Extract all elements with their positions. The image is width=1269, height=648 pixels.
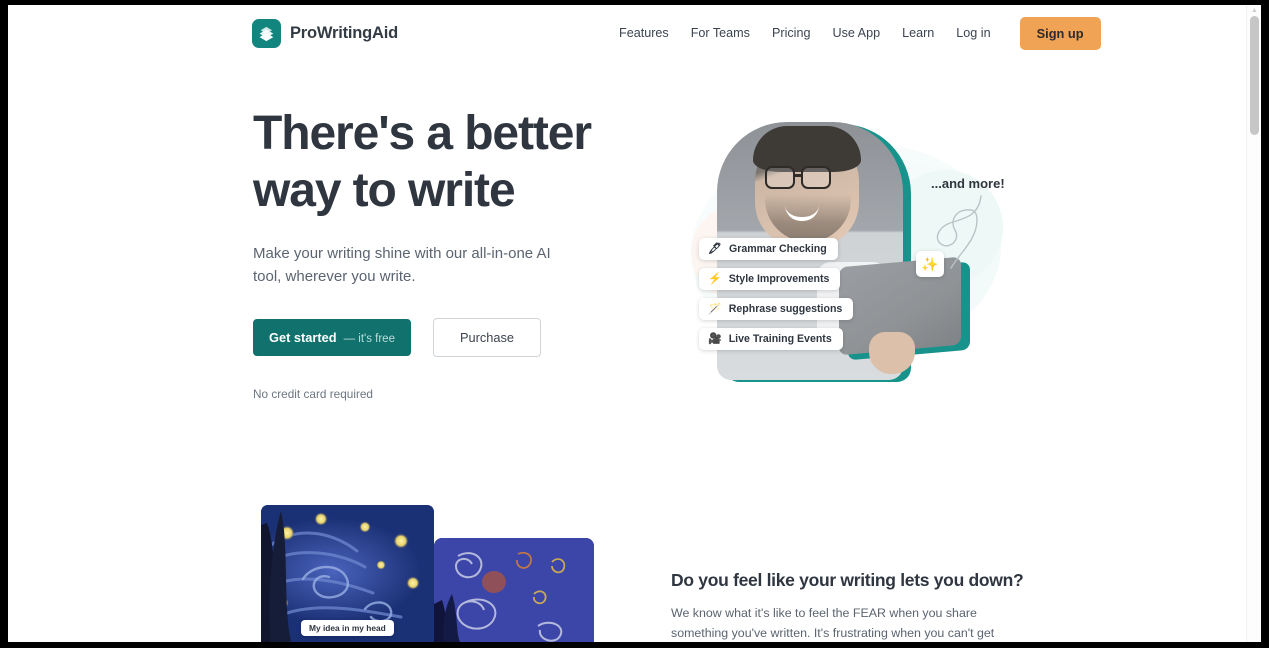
- scrollbar-thumb[interactable]: [1250, 16, 1259, 135]
- painting-caption: My idea in my head: [301, 620, 394, 636]
- get-started-label: Get started: [269, 330, 337, 345]
- sparkle-badge: ✨: [916, 251, 944, 277]
- page-viewport: ProWritingAid Features For Teams Pricing…: [8, 5, 1261, 642]
- feature-pill-label: Rephrase suggestions: [728, 303, 843, 315]
- nav-link-pricing[interactable]: Pricing: [761, 26, 822, 40]
- section-heading: Do you feel like your writing lets you d…: [671, 570, 1024, 590]
- nav-link-for-teams[interactable]: For Teams: [680, 26, 761, 40]
- nav-link-features[interactable]: Features: [608, 26, 680, 40]
- sketch-art: [434, 538, 594, 642]
- brand-name: ProWritingAid: [290, 24, 399, 42]
- section-body: We know what it's like to feel the FEAR …: [671, 606, 995, 640]
- and-more-callout: ...and more!: [931, 176, 1005, 191]
- purchase-button[interactable]: Purchase: [432, 318, 542, 357]
- nav-link-learn[interactable]: Learn: [891, 26, 945, 40]
- hero-title-line-1: There's a better: [253, 107, 592, 160]
- feature-pill-live-training-events: 🎥 Live Training Events: [699, 328, 843, 350]
- feature-pill-style-improvements: ⚡ Style Improvements: [699, 268, 841, 290]
- feature-pill-label: Style Improvements: [728, 273, 830, 285]
- brand-logo[interactable]: ProWritingAid: [252, 19, 398, 48]
- quill-pen-icon: 🖋: [708, 242, 722, 255]
- browser-window: ProWritingAid Features For Teams Pricing…: [0, 0, 1269, 648]
- no-credit-card-note: No credit card required: [253, 387, 373, 401]
- hero-content: There's a better way to write Make your …: [253, 105, 653, 401]
- hero-title-line-2: way to write: [253, 164, 516, 217]
- nav-link-log-in[interactable]: Log in: [945, 26, 1001, 40]
- eyeglasses-bridge: [795, 174, 803, 177]
- eyeglasses-left-lens: [765, 166, 795, 189]
- main-nav: Features For Teams Pricing Use App Learn…: [608, 5, 1101, 61]
- hero-subtitle: Make your writing shine with our all-in-…: [253, 245, 551, 285]
- feature-pill-grammar-checking: 🖋 Grammar Checking: [699, 238, 838, 260]
- feature-pill-rephrase-suggestions: 🪄 Rephrase suggestions: [699, 298, 854, 320]
- value-prop-section: Do you feel like your writing lets you d…: [671, 570, 1024, 642]
- get-started-button[interactable]: Get started — it's free: [253, 319, 411, 356]
- book-pages-icon: [252, 19, 281, 48]
- magic-wand-icon: 🪄: [708, 302, 722, 315]
- webpage: ProWritingAid Features For Teams Pricing…: [8, 5, 1246, 642]
- page-title: There's a better way to write: [253, 105, 653, 219]
- feature-pill-label: Live Training Events: [728, 333, 832, 345]
- lightning-bolt-icon: ⚡: [708, 272, 722, 285]
- page-scrollbar[interactable]: ▲: [1246, 5, 1261, 642]
- person-hand: [869, 332, 915, 374]
- sparkle-icon: ✨: [921, 255, 939, 272]
- site-header: ProWritingAid Features For Teams Pricing…: [8, 5, 1246, 61]
- feature-pill-label: Grammar Checking: [728, 243, 827, 255]
- get-started-sublabel: — it's free: [343, 333, 395, 345]
- hero-cta-group: Get started — it's free Purchase: [253, 318, 653, 357]
- sign-up-button[interactable]: Sign up: [1019, 16, 1101, 50]
- hero-illustration: 🖋 Grammar Checking ⚡ Style Improvements …: [673, 110, 1023, 395]
- eyeglasses-right-lens: [801, 166, 831, 189]
- scroll-up-arrow[interactable]: ▲: [1251, 7, 1258, 14]
- nav-link-use-app[interactable]: Use App: [821, 26, 891, 40]
- video-camera-icon: 🎥: [708, 332, 722, 345]
- sketch-version-image: [434, 538, 594, 642]
